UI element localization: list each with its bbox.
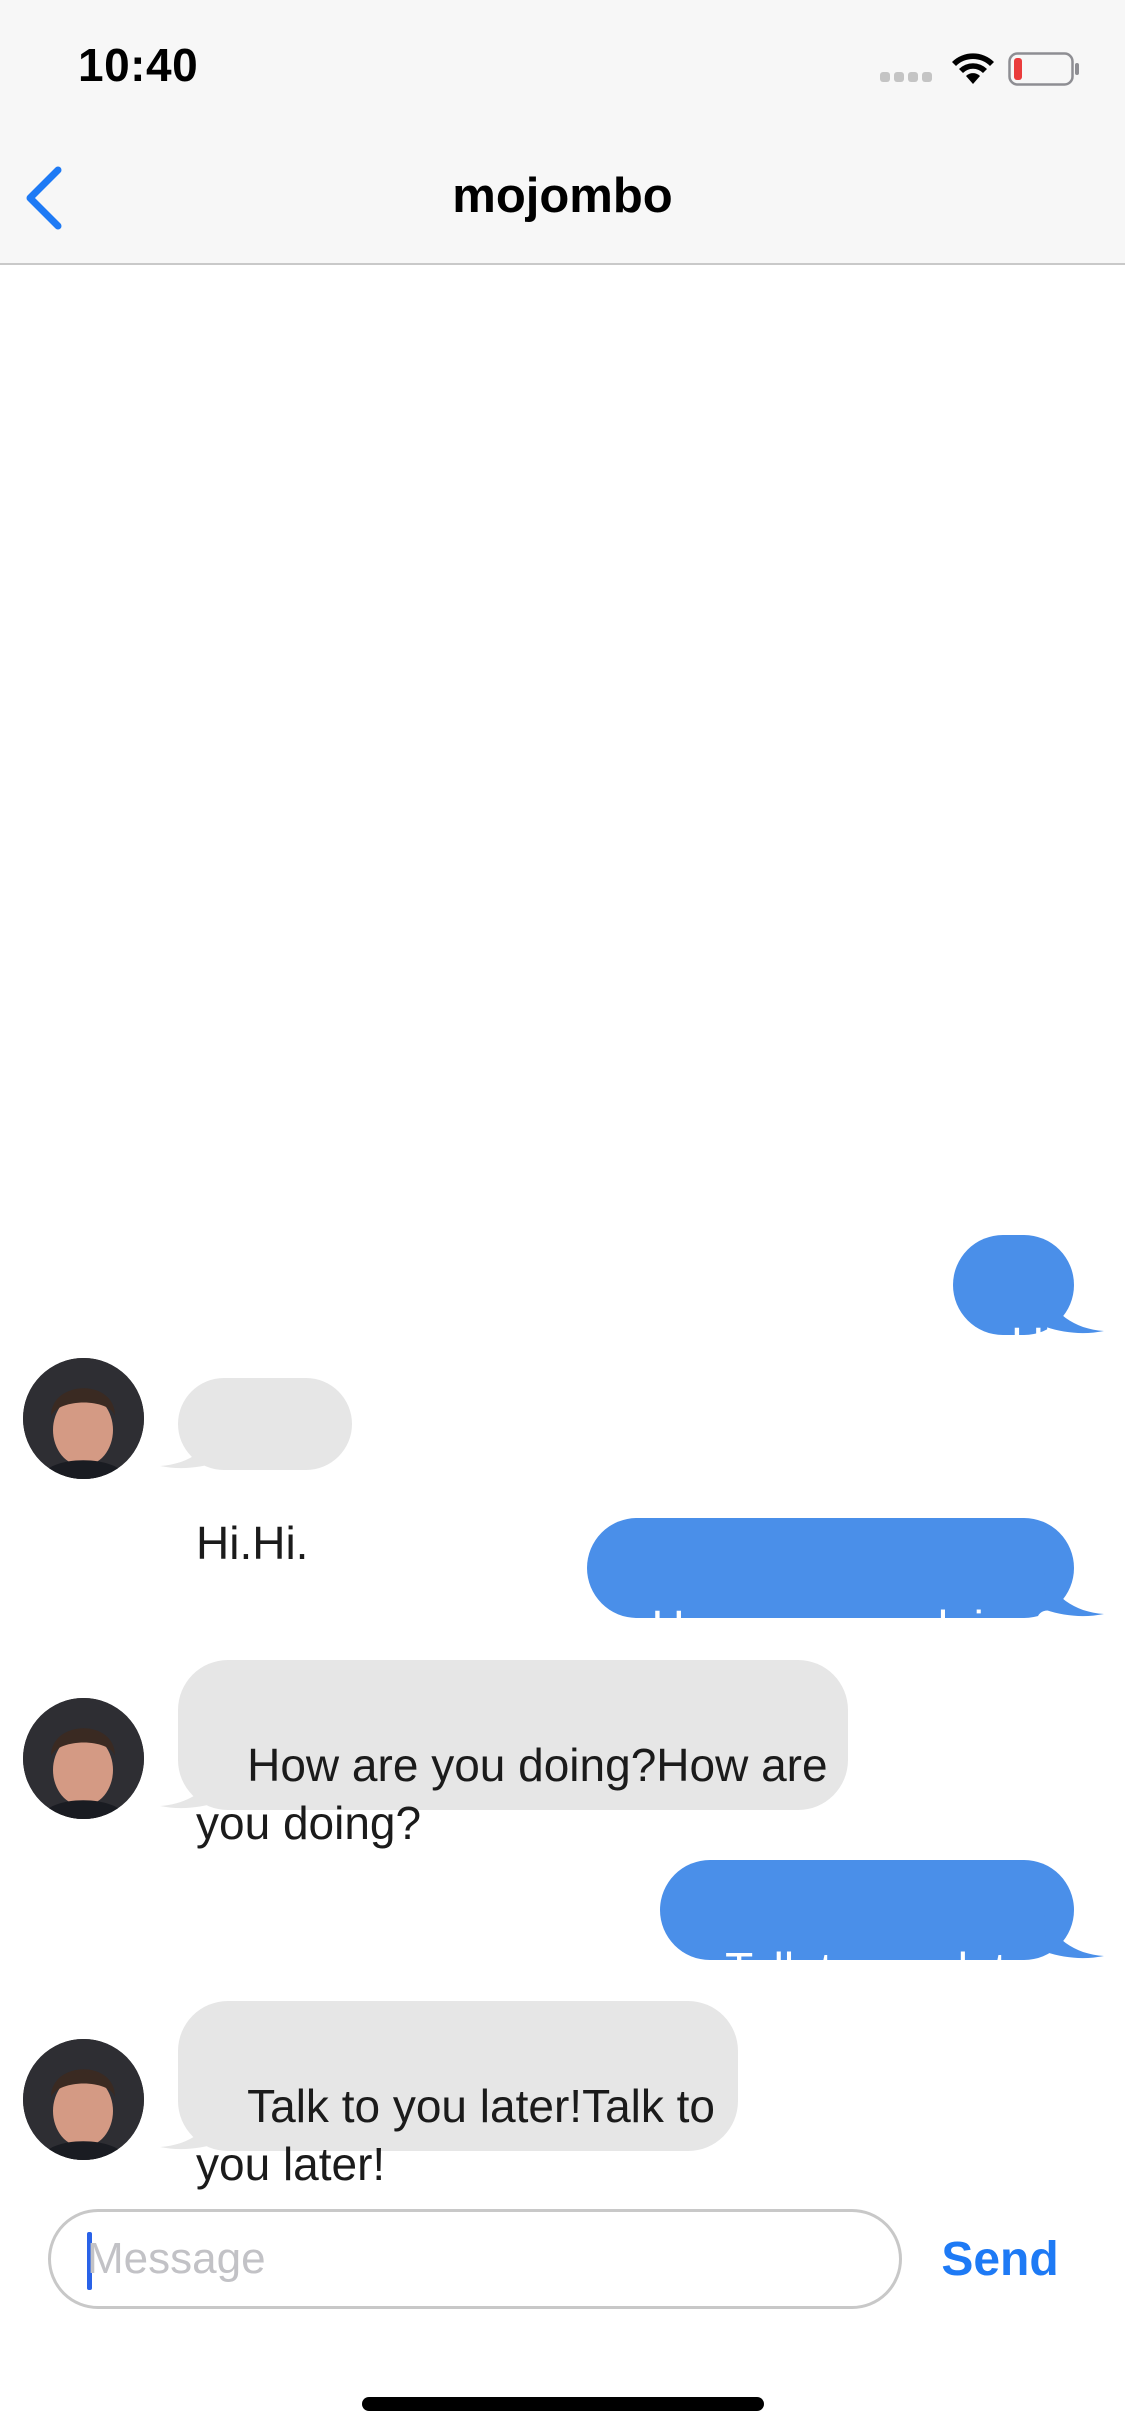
bubble-tail bbox=[1044, 1570, 1104, 1617]
message-text: How are you doing?How are you doing? bbox=[196, 1739, 828, 1849]
message-text: How are you doing? bbox=[651, 1601, 1061, 1653]
message-input-container[interactable] bbox=[48, 2209, 902, 2309]
message-bubble-outgoing[interactable]: How are you doing? bbox=[587, 1518, 1074, 1653]
avatar-image bbox=[23, 2039, 144, 2160]
home-indicator[interactable] bbox=[362, 2397, 764, 2411]
message-text: Hi.Hi. bbox=[196, 1517, 309, 1569]
wifi-icon bbox=[952, 53, 994, 84]
bubble-tail bbox=[1044, 1912, 1104, 1959]
top-bar: 10:40 mojombo bbox=[0, 0, 1125, 265]
message-text: Talk to you later!Talk to you later! bbox=[196, 2080, 716, 2190]
signal-dots-icon bbox=[880, 72, 936, 84]
avatar[interactable] bbox=[23, 1358, 144, 1479]
avatar-image bbox=[23, 1698, 144, 1819]
bubble-tail bbox=[1044, 1287, 1104, 1334]
bubble-tail bbox=[160, 1762, 220, 1809]
send-button[interactable]: Send bbox=[930, 2222, 1070, 2298]
avatar[interactable] bbox=[23, 1698, 144, 1819]
message-bubble-incoming[interactable]: How are you doing?How are you doing? bbox=[178, 1660, 848, 1849]
message-bubble-incoming[interactable]: Talk to you later!Talk to you later! bbox=[178, 2001, 738, 2190]
avatar-image bbox=[23, 1358, 144, 1479]
battery-low-icon bbox=[1008, 52, 1079, 86]
chat-screen: 10:40 mojombo Hi. Hi.Hi. How are you doi… bbox=[0, 0, 1125, 2436]
avatar[interactable] bbox=[23, 2039, 144, 2160]
status-time: 10:40 bbox=[78, 39, 199, 91]
message-input[interactable] bbox=[87, 2226, 867, 2292]
conversation-title: mojombo bbox=[452, 169, 673, 223]
bubble-tail bbox=[160, 1422, 220, 1469]
bubble-tail bbox=[160, 2103, 220, 2150]
message-text: Talk to you later! bbox=[725, 1943, 1061, 1995]
message-bubble-outgoing[interactable]: Talk to you later! bbox=[660, 1860, 1074, 1995]
